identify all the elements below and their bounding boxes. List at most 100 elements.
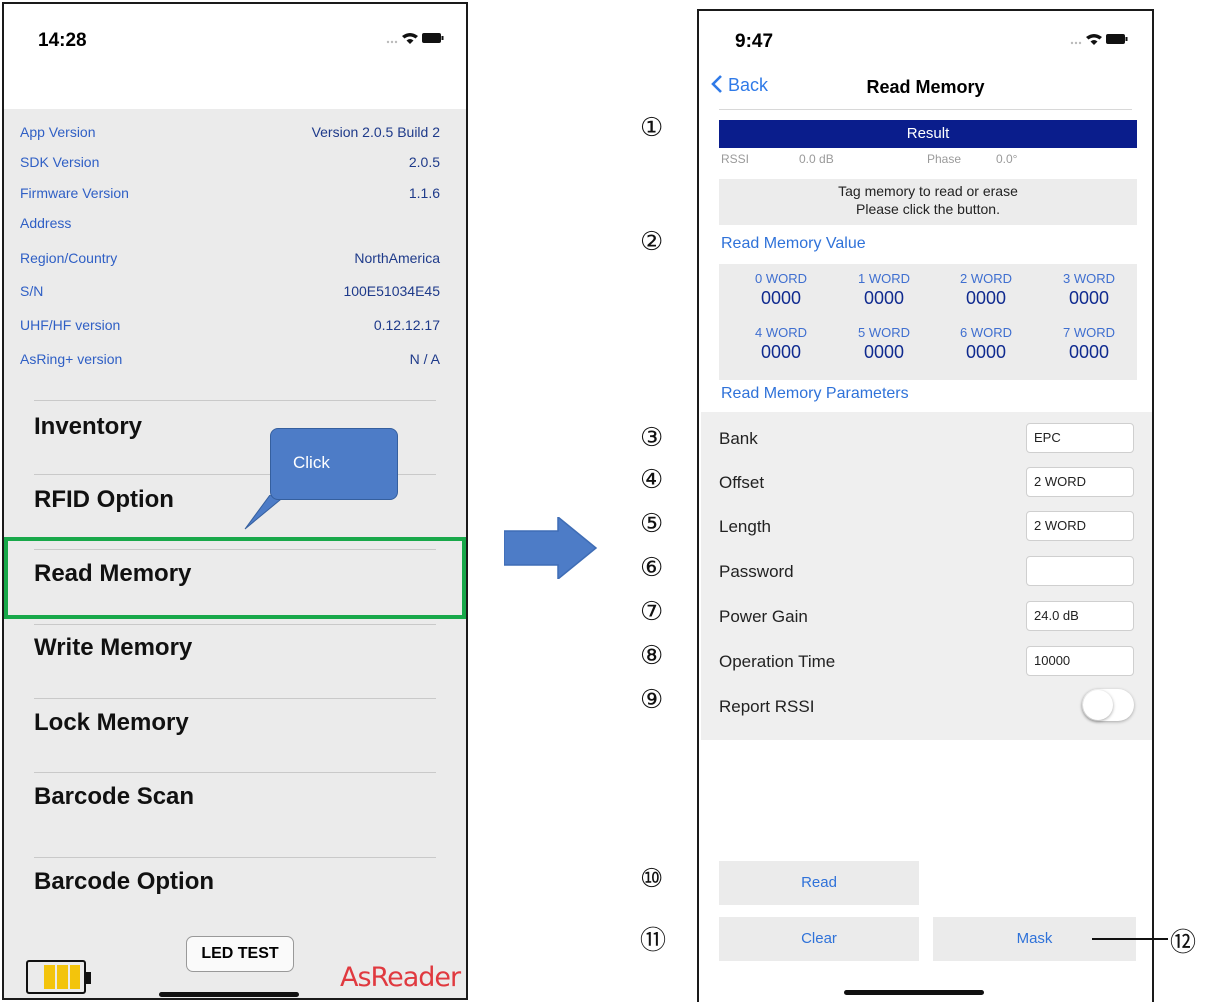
marker-4: ④ xyxy=(640,465,664,495)
info-row-region: Region/Country NorthAmerica xyxy=(20,250,440,266)
word-cell: 3 WORD 0000 xyxy=(1047,271,1131,309)
password-label: Password xyxy=(719,562,794,581)
click-callout: Click xyxy=(270,428,398,500)
callout-text: Click xyxy=(293,453,330,472)
password-field[interactable] xyxy=(1026,556,1134,586)
info-value: 1.1.6 xyxy=(408,185,440,201)
divider xyxy=(34,857,436,858)
length-field[interactable]: 2 WORD xyxy=(1026,511,1134,541)
marker-11: ⑪ xyxy=(640,926,667,956)
home-indicator xyxy=(159,992,299,997)
message-line: Tag memory to read or erase xyxy=(838,183,1018,199)
menu-item-lock-memory[interactable]: Lock Memory xyxy=(34,709,189,737)
info-value: 2.0.5 xyxy=(408,154,440,170)
word-value: 0000 xyxy=(965,288,1007,308)
battery-cell xyxy=(44,965,55,989)
status-bar: 14:28 xyxy=(4,4,466,109)
info-row-address: Address xyxy=(20,215,440,231)
marker-8: ⑧ xyxy=(640,641,664,671)
menu-item-write-memory[interactable]: Write Memory xyxy=(34,634,192,662)
word-cell: 5 WORD 0000 xyxy=(842,325,926,363)
divider xyxy=(34,698,436,699)
result-message: Tag memory to read or erase Please click… xyxy=(719,179,1137,225)
menu-item-barcode-option[interactable]: Barcode Option xyxy=(34,868,214,896)
divider xyxy=(34,400,436,401)
main-menu-screen: 14:28 App Version Version 2.0.5 Build 2 S… xyxy=(2,2,468,1000)
rssi-label: RSSI xyxy=(721,152,750,166)
message-line: Please click the button. xyxy=(856,201,1000,217)
operation-time-label: Operation Time xyxy=(719,652,836,671)
asreader-logo: AsReader xyxy=(340,962,461,993)
word-value-grid: 0 WORD 0000 1 WORD 0000 2 WORD 0000 3 WORD 0… xyxy=(719,264,1137,380)
led-test-button[interactable]: LED TEST xyxy=(186,936,294,972)
battery-icon xyxy=(26,960,91,994)
bank-field[interactable]: EPC xyxy=(1026,423,1134,453)
word-label: 2 WORD xyxy=(960,271,1012,286)
clear-button[interactable]: Clear xyxy=(719,917,919,961)
result-header: Result xyxy=(719,120,1137,148)
word-value: 0000 xyxy=(863,288,905,308)
word-label: 3 WORD xyxy=(1063,271,1115,286)
info-row-uhf-hf-version: UHF/HF version 0.12.12.17 xyxy=(20,317,440,333)
word-cell: 0 WORD 0000 xyxy=(739,271,823,309)
offset-label: Offset xyxy=(719,473,765,492)
marker-12: ⑫ xyxy=(1170,928,1197,958)
info-row-app-version: App Version Version 2.0.5 Build 2 xyxy=(20,124,440,140)
word-value: 0000 xyxy=(863,342,905,362)
status-time: 9:47 xyxy=(735,31,774,52)
right-arrow-icon xyxy=(504,517,598,579)
divider xyxy=(719,109,1132,110)
word-value: 0000 xyxy=(1068,288,1110,308)
word-cell: 6 WORD 0000 xyxy=(944,325,1028,363)
info-row-firmware-version: Firmware Version 1.1.6 xyxy=(20,185,440,201)
word-label: 5 WORD xyxy=(858,325,910,340)
info-label: Firmware Version xyxy=(20,185,129,201)
operation-time-field[interactable]: 10000 xyxy=(1026,646,1134,676)
phase-label: Phase xyxy=(927,152,962,166)
word-cell: 7 WORD 0000 xyxy=(1047,325,1131,363)
info-value: 100E51034E45 xyxy=(343,283,440,299)
power-gain-field[interactable]: 24.0 dB xyxy=(1026,601,1134,631)
info-value: 0.12.12.17 xyxy=(373,317,440,333)
report-rssi-toggle[interactable] xyxy=(1082,689,1134,721)
phase-value: 0.0° xyxy=(996,152,1018,166)
page-title: Read Memory xyxy=(866,77,985,97)
marker-5: ⑤ xyxy=(640,509,664,539)
marker-3: ③ xyxy=(640,423,664,453)
params-section-title: Read Memory Parameters xyxy=(721,385,909,402)
battery-cell xyxy=(57,965,68,989)
info-row-serial: S/N 100E51034E45 xyxy=(20,283,440,299)
read-button[interactable]: Read xyxy=(719,861,919,905)
marker-12-pointer-line xyxy=(1092,938,1168,940)
menu-item-barcode-scan[interactable]: Barcode Scan xyxy=(34,783,194,811)
marker-10: ⑩ xyxy=(640,864,664,894)
power-gain-label: Power Gain xyxy=(719,607,808,626)
info-value: N / A xyxy=(409,351,440,367)
word-label: 6 WORD xyxy=(960,325,1012,340)
info-label: S/N xyxy=(20,283,44,299)
status-time: 14:28 xyxy=(38,30,87,51)
read-memory-screen: 9:47 Back Read Memory Result RSSI 0.0 dB… xyxy=(697,9,1154,1002)
info-label: SDK Version xyxy=(20,154,100,170)
word-label: 7 WORD xyxy=(1063,325,1115,340)
word-label: 0 WORD xyxy=(755,271,807,286)
marker-2: ② xyxy=(640,227,664,257)
word-value: 0000 xyxy=(965,342,1007,362)
callout-tail-icon xyxy=(244,495,287,530)
info-label: AsRing+ version xyxy=(20,351,123,367)
offset-field[interactable]: 2 WORD xyxy=(1026,467,1134,497)
word-cell: 1 WORD 0000 xyxy=(842,271,926,309)
signal-wifi-battery-icons xyxy=(384,30,444,49)
menu-item-rfid-option[interactable]: RFID Option xyxy=(34,486,174,514)
word-label: 4 WORD xyxy=(755,325,807,340)
bank-label: Bank xyxy=(719,429,758,448)
rssi-value: 0.0 dB xyxy=(799,152,834,166)
info-label: App Version xyxy=(20,124,96,140)
marker-6: ⑥ xyxy=(640,553,664,583)
info-label: UHF/HF version xyxy=(20,317,121,333)
info-value: Version 2.0.5 Build 2 xyxy=(311,124,440,140)
menu-item-inventory[interactable]: Inventory xyxy=(34,413,142,441)
highlight-box xyxy=(4,537,466,619)
signal-wifi-battery-icons xyxy=(1068,31,1130,50)
word-cell: 4 WORD 0000 xyxy=(739,325,823,363)
